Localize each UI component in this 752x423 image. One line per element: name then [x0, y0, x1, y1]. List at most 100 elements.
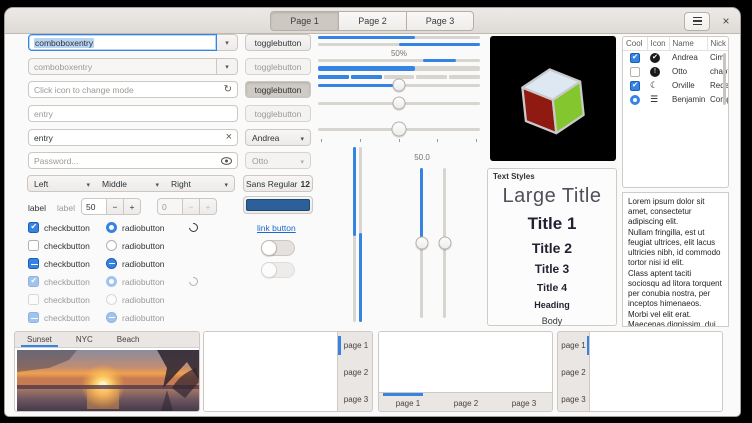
entry-field[interactable]: entry ×: [28, 129, 238, 146]
hscale-handle[interactable]: [392, 122, 407, 137]
switch-off[interactable]: [261, 240, 295, 256]
chevron-down-icon: [155, 179, 159, 189]
close-icon[interactable]: ×: [718, 13, 734, 29]
color-button[interactable]: [243, 196, 313, 214]
hscale-filled[interactable]: [318, 78, 480, 92]
table-row[interactable]: ! Otto chaoti: [623, 65, 728, 79]
checkbutton-checked[interactable]: [28, 222, 39, 233]
tab-page-3[interactable]: page 3: [495, 393, 553, 412]
mode-entry[interactable]: Click icon to change mode ↻: [28, 81, 238, 98]
spinbutton[interactable]: 50 − +: [81, 198, 141, 215]
hscale-handle[interactable]: [393, 79, 406, 92]
name-dropdown[interactable]: Andrea: [245, 129, 311, 146]
mode-entry-placeholder: Click icon to change mode: [34, 85, 134, 95]
text-styles-title: Text Styles: [493, 172, 535, 181]
spin-increment-icon[interactable]: +: [124, 198, 141, 215]
switch-off-disabled: [261, 262, 295, 278]
password-field[interactable]: Password...: [28, 152, 238, 169]
progress-percent-label: 50%: [318, 49, 480, 58]
tab-page-3[interactable]: page 3: [338, 386, 373, 412]
tab-beach[interactable]: Beach: [105, 332, 152, 347]
vscale-filled[interactable]: [414, 168, 429, 318]
column-icon[interactable]: Icon: [647, 37, 669, 51]
link-button[interactable]: link button: [257, 223, 296, 233]
progressbar-activity: [318, 59, 480, 62]
dropdown-right[interactable]: Right: [165, 175, 235, 192]
progressbar-activity-pulse: [423, 59, 455, 62]
radiobutton-label: radiobutton: [122, 259, 165, 269]
gl-area: [490, 36, 616, 161]
tab-page-2[interactable]: page 2: [338, 359, 373, 386]
hscale-handle[interactable]: [393, 97, 406, 110]
gallery-notebook: Sunset NYC Beach: [14, 331, 200, 412]
hscale-marks[interactable]: [318, 121, 480, 137]
refresh-icon[interactable]: ↻: [224, 85, 232, 95]
font-button[interactable]: Sans Regular 12: [243, 175, 313, 192]
tab-page-1[interactable]: page 1: [338, 332, 373, 359]
tab-page-2[interactable]: page 2: [558, 359, 589, 386]
name-dropdown-disabled-label: Otto: [252, 156, 268, 166]
tab-page-2[interactable]: page 2: [437, 393, 495, 412]
spin-value[interactable]: 50: [81, 198, 107, 215]
table-row[interactable]: ☰ Benjamin Comp: [623, 93, 728, 107]
table-row[interactable]: ✔ Andrea Cimi: [623, 51, 728, 65]
table-row[interactable]: ☾ Orville Rede…: [623, 79, 728, 93]
tab-page-3[interactable]: Page 3: [406, 11, 474, 31]
tab-page-2[interactable]: Page 2: [338, 11, 406, 31]
vscale-handle[interactable]: [415, 237, 428, 250]
tab-page-1[interactable]: page 1: [379, 393, 437, 412]
radiobutton-selected-disabled: [106, 276, 117, 287]
clear-icon[interactable]: ×: [226, 132, 232, 143]
paragraph: Nullam fringilla, est ut feugiat ultrice…: [628, 228, 723, 269]
radiobutton-indeterminate[interactable]: [106, 258, 117, 269]
radiobutton-unselected[interactable]: [106, 240, 117, 251]
progressbar: [318, 36, 480, 39]
row-radio-selected[interactable]: [630, 95, 640, 105]
comboboxentry-disabled-input: comboboxentry: [28, 58, 217, 75]
vscale-plain[interactable]: [437, 168, 452, 318]
radiobutton-selected[interactable]: [106, 222, 117, 233]
tab-page-1[interactable]: Page 1: [270, 11, 338, 31]
treeview-panel: Cool Icon Name Nick ✔ Andrea Cimi ! Otto…: [622, 36, 729, 188]
levelbar: [318, 66, 480, 71]
progressbar-rtl-fill: [399, 43, 480, 46]
tab-nyc[interactable]: NYC: [64, 332, 105, 347]
spinner-icon: [187, 221, 200, 234]
togglebutton-active[interactable]: togglebutton: [245, 81, 311, 98]
tab-page-1[interactable]: page 1: [558, 332, 589, 359]
dropdown-middle[interactable]: Middle: [96, 175, 166, 192]
vprogressbar-fill: [353, 147, 356, 236]
checkbutton-indeterminate[interactable]: [28, 258, 39, 269]
style-title-2: Title 2: [532, 240, 572, 256]
entry-text: entry: [34, 133, 53, 143]
dropdown-left[interactable]: Left: [27, 175, 97, 192]
vscale-handle[interactable]: [438, 237, 451, 250]
hscale-plain[interactable]: [318, 96, 480, 110]
togglebutton[interactable]: togglebutton: [245, 34, 311, 51]
paragraph: Class aptent taciti sociosqu ad litora t…: [628, 269, 723, 310]
radiobutton-indeterminate-disabled: [106, 312, 117, 323]
paragraph: Maecenas dignissim, dui et pharetra rutr…: [628, 320, 723, 327]
tab-page-3[interactable]: page 3: [558, 386, 589, 412]
comboboxentry-input[interactable]: comboboxentry: [28, 34, 217, 51]
row-checkbox-checked[interactable]: [630, 53, 640, 63]
column-name[interactable]: Name: [669, 37, 707, 51]
column-nick[interactable]: Nick: [707, 37, 728, 51]
dropdown-middle-label: Middle: [102, 179, 127, 189]
column-cool[interactable]: Cool: [623, 37, 647, 51]
radiobutton-label: radiobutton: [122, 241, 165, 251]
scrollbar[interactable]: [723, 53, 726, 105]
tab-sunset[interactable]: Sunset: [15, 332, 64, 347]
vprogressbar-inverted-fill: [359, 233, 362, 322]
checkbutton-label: checkbutton: [44, 313, 90, 323]
spin-decrement-icon[interactable]: −: [107, 198, 124, 215]
hamburger-menu-icon[interactable]: [684, 12, 710, 31]
row-checkbox-unchecked[interactable]: [630, 67, 640, 77]
lorem-textview[interactable]: Lorem ipsum dolor sit amet, consectetur …: [622, 192, 729, 327]
comboboxentry-dropdown-icon[interactable]: ▾: [217, 34, 238, 51]
eye-icon[interactable]: [221, 157, 232, 165]
exclamation-circle-icon: !: [650, 67, 660, 77]
checkbutton-unchecked[interactable]: [28, 240, 39, 251]
row-checkbox-checked[interactable]: [630, 81, 640, 91]
checkbutton-label: checkbutton: [44, 241, 90, 251]
